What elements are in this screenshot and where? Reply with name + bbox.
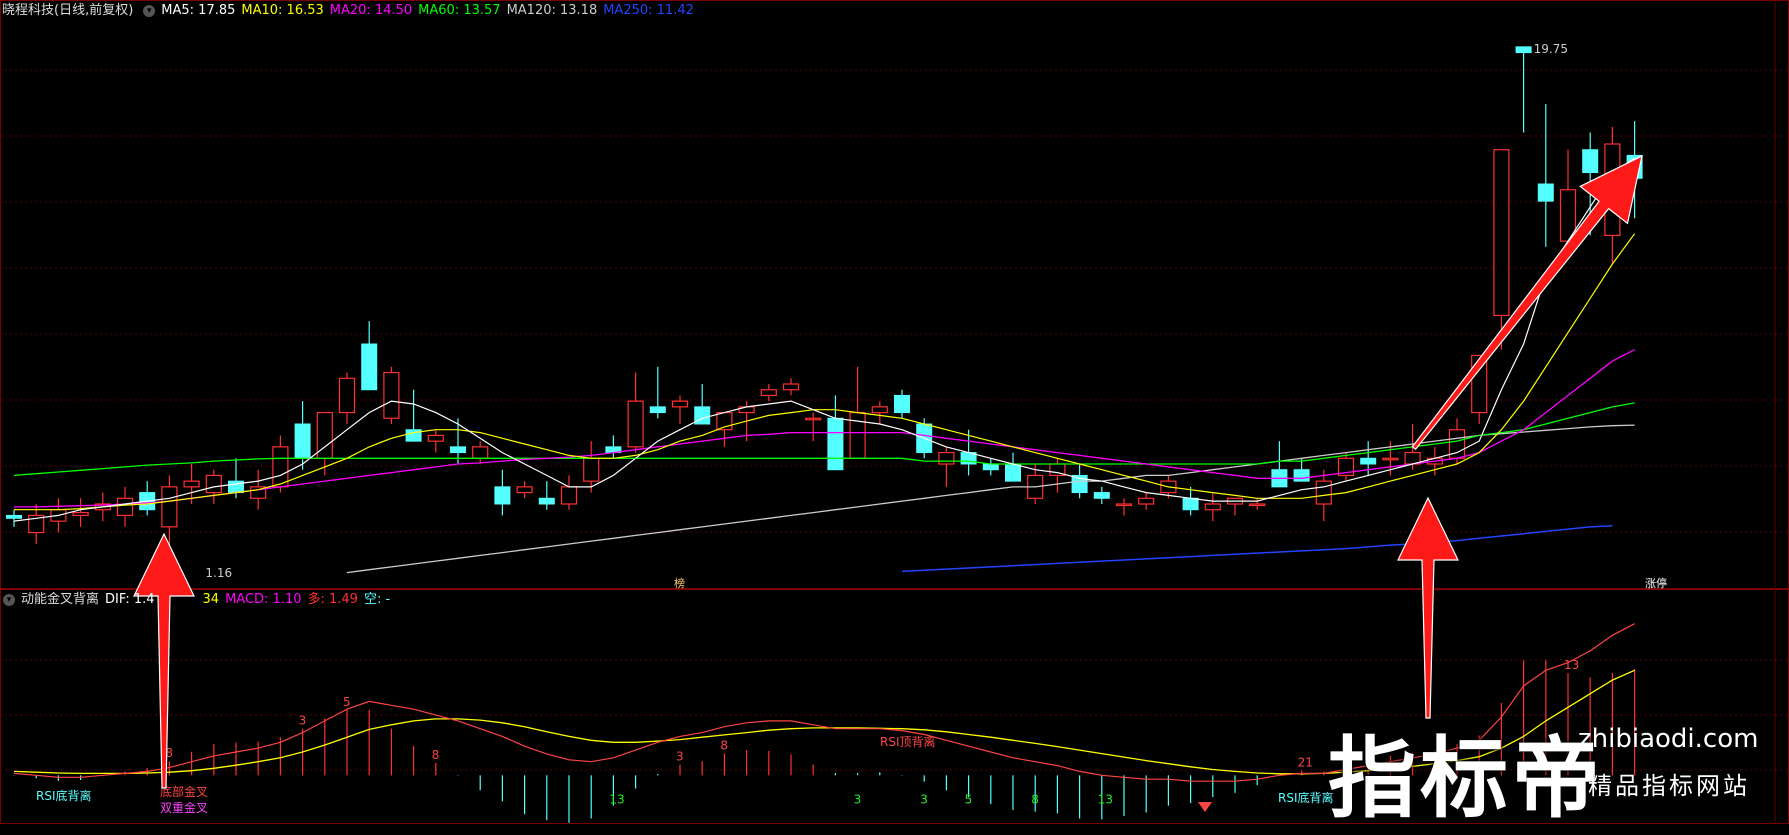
candle-up: [72, 511, 89, 517]
ma250-legend: MA250: 11.42: [603, 3, 694, 18]
candle-up: [161, 486, 178, 528]
ma120-legend: MA120: 13.18: [506, 3, 598, 18]
candle-down: [894, 394, 910, 414]
candle-up: [560, 486, 578, 505]
candle-down: [1582, 149, 1599, 174]
settings-circle-icon[interactable]: ▾: [143, 4, 156, 17]
rsi-bottom-divergence-label-2: RSI底背离: [1278, 790, 1334, 805]
candle-up: [383, 371, 400, 419]
ma20-legend: MA20: 14.50: [329, 3, 413, 18]
candle-up: [1138, 497, 1155, 505]
candle-up: [583, 457, 600, 482]
indicator-header: ▾ 动能金叉背离 DIF: 1.4 34 MACD: 1.10 多: 1.49 空: -: [0, 589, 396, 611]
count-label: 8: [720, 738, 728, 752]
candle-up: [1249, 503, 1266, 507]
watermark-subtitle: 精品指标网站: [1588, 772, 1750, 800]
stock-title: 晓程科技(日线,前复权): [2, 3, 134, 18]
bang-marker: 榜: [674, 576, 685, 590]
count-label: 3: [299, 714, 307, 728]
ma10-line: [14, 233, 1636, 511]
kong-legend: 空: -: [363, 592, 391, 607]
candle-up: [116, 497, 134, 517]
candle-down: [1093, 492, 1110, 499]
stock-chart-window: 19.75 1.16 榜涨停 8 3 5 8 13 3 8 3 3 5 8 13 21 13 RSI底背离 底部金叉…: [0, 0, 1789, 830]
zhangting-marker: 涨停: [1645, 576, 1667, 590]
candle-up: [516, 486, 533, 494]
candle-up: [472, 446, 489, 459]
dea-fragment: 34: [202, 592, 220, 607]
watermark-logo-text: 指标帝: [1328, 727, 1605, 830]
ma250-line: [901, 524, 1613, 573]
candle-down: [1360, 457, 1377, 465]
candle-down: [294, 423, 311, 459]
candle-down: [1182, 497, 1199, 511]
count-label: 13: [609, 792, 624, 806]
candle-up: [938, 451, 955, 465]
candle-up: [1382, 457, 1399, 461]
candle-up: [871, 406, 888, 414]
candle-down: [1005, 463, 1021, 482]
arrow-diagonal-right: [1411, 154, 1643, 451]
count-label: 5: [343, 695, 351, 709]
candle-down: [6, 514, 22, 519]
candle-up: [338, 377, 356, 414]
indicator-circle-icon[interactable]: ▾: [3, 593, 15, 606]
candle-up: [627, 400, 644, 448]
dif-legend: DIF: 1.4: [105, 592, 155, 607]
count-label: 3: [676, 750, 684, 764]
ma20-line: [14, 349, 1635, 508]
watermark-url: zhibiaodi.com: [1578, 724, 1759, 754]
candle-up: [205, 474, 222, 494]
count-label: 13: [1564, 658, 1579, 672]
arrow-up-middle: [1397, 496, 1459, 719]
candle-up: [272, 446, 289, 488]
indicator-name: 动能金叉背离: [21, 592, 100, 607]
candle-up: [1315, 480, 1332, 505]
count-label: 3: [920, 792, 928, 806]
count-label: 21: [1298, 756, 1313, 770]
rsi-top-divergence-label: RSI顶背离: [880, 734, 936, 749]
ma60-legend: MA60: 13.57: [418, 3, 501, 18]
low-price-label: 1.16: [205, 566, 232, 580]
ma10-legend: MA10: 16.53: [241, 3, 324, 18]
candle-down: [1515, 46, 1532, 54]
candle-up: [849, 411, 866, 459]
high-price-label: 19.75: [1534, 42, 1568, 56]
count-label: 8: [432, 748, 440, 762]
candle-down: [649, 406, 666, 414]
candle-up: [183, 480, 200, 488]
bottom-golden-cross-label: 底部金叉: [160, 784, 208, 799]
candle-up: [782, 383, 800, 391]
count-label: 8: [1031, 792, 1039, 806]
candle-up: [671, 400, 689, 408]
watermark: 指标帝 zhibiaodi.com 精品指标网站: [1328, 700, 1788, 830]
count-label: 13: [1098, 792, 1113, 806]
candle-up: [427, 434, 444, 442]
ma5-legend: MA5: 17.85: [161, 3, 236, 18]
double-golden-cross-label: 双重金叉: [160, 800, 208, 815]
candle-down: [1537, 183, 1554, 202]
candle-up: [760, 389, 777, 397]
candle-down: [361, 343, 378, 391]
candle-down: [450, 446, 466, 454]
candle-up: [1204, 503, 1221, 511]
candle-down: [538, 497, 555, 505]
count-label: 5: [965, 792, 973, 806]
candle-down: [1293, 469, 1310, 482]
arrow-up-left: [133, 532, 195, 789]
candle-down: [494, 486, 511, 505]
diamond-icon: [1198, 802, 1212, 812]
count-label: 3: [854, 792, 862, 806]
candle-down: [827, 417, 844, 471]
candle-up: [1115, 503, 1133, 507]
candle-up: [1493, 149, 1510, 317]
rsi-bottom-divergence-label: RSI底背离: [36, 788, 92, 803]
macd-legend: MACD: 1.10: [225, 592, 302, 607]
duo-legend: 多: 1.49: [307, 592, 358, 607]
candle-up: [805, 417, 822, 421]
candle-down: [982, 463, 999, 471]
price-chart-header: 晓程科技(日线,前复权) ▾ MA5: 17.85 MA10: 16.53 MA20: …: [0, 0, 700, 22]
